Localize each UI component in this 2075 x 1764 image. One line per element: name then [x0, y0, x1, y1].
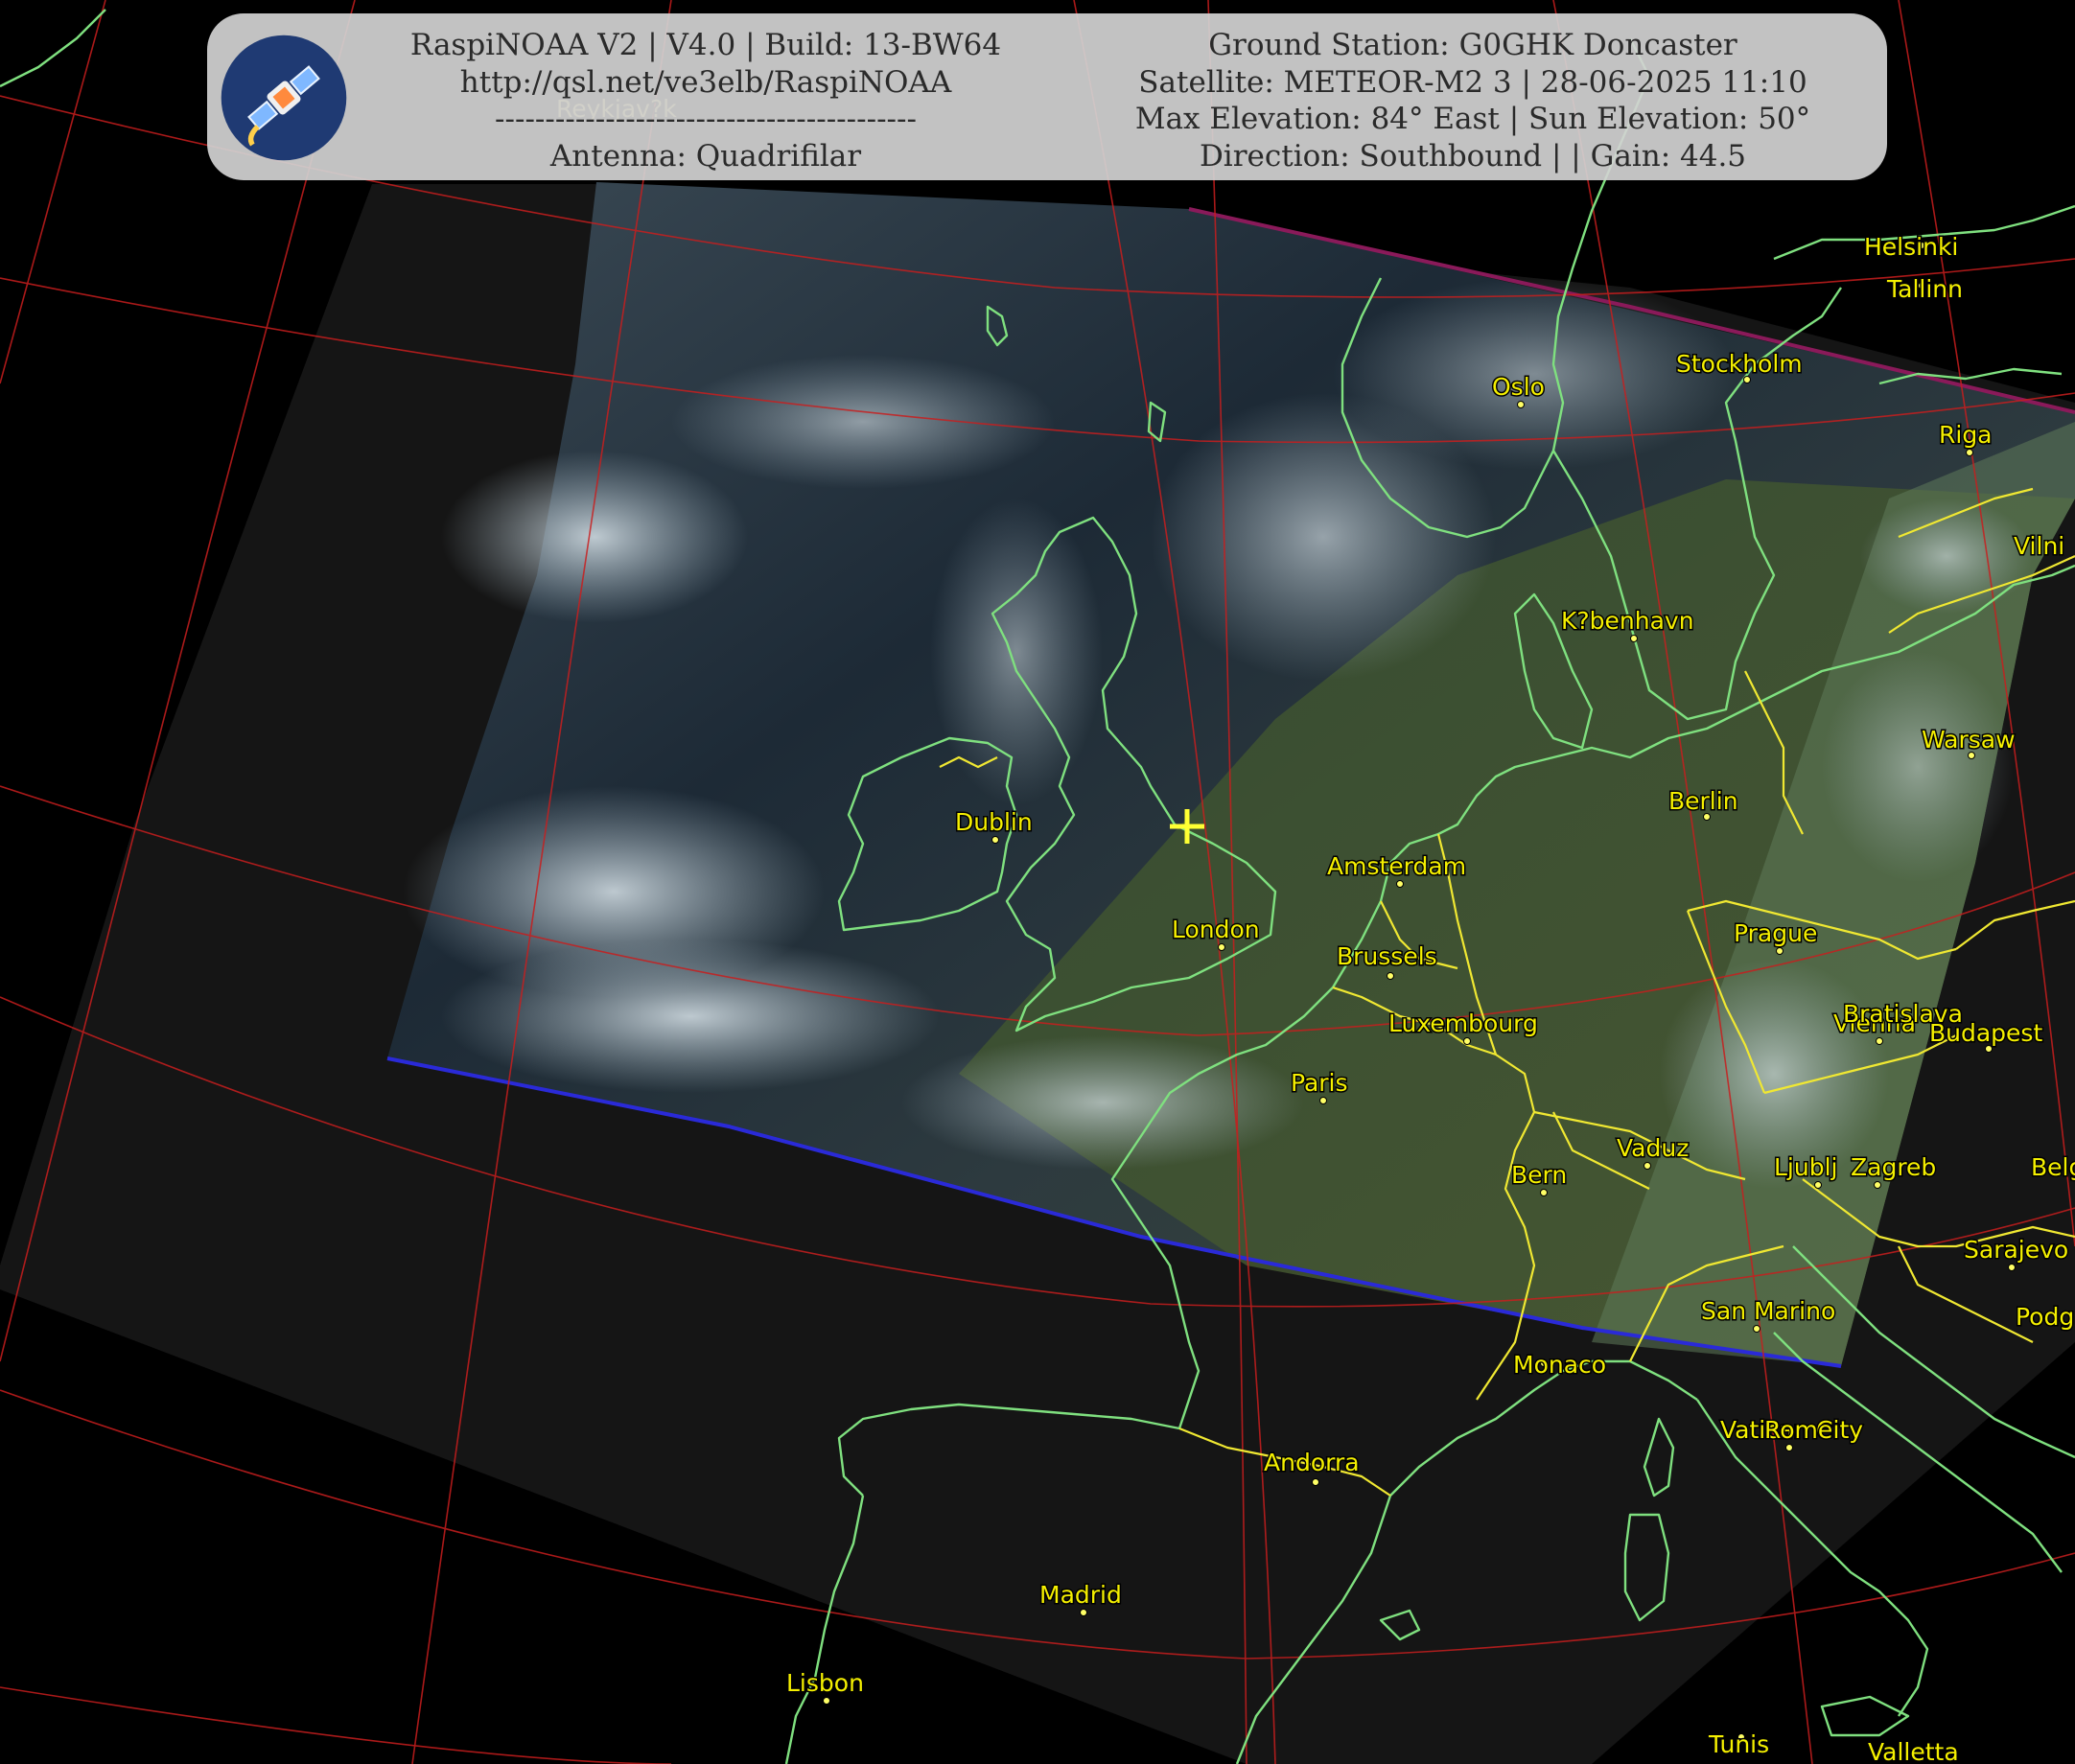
elevation-info: Max Elevation: 84° East | Sun Elevation:… [1134, 102, 1811, 136]
city-label-tallinn: Tallinn [1886, 275, 1963, 303]
city-label-brussels: Brussels [1337, 942, 1437, 970]
city-label-stockholm: Stockholm [1676, 350, 1803, 378]
city-label-san-marino: San Marino [1701, 1297, 1835, 1325]
city-label-madrid: Madrid [1039, 1581, 1122, 1609]
city-dot-ljublj [1814, 1181, 1822, 1189]
city-label-lisbon: Lisbon [786, 1669, 864, 1697]
city-dot-vatican-city [1785, 1444, 1793, 1451]
city-label-valletta: Valletta [1868, 1738, 1959, 1764]
ground-station: Ground Station: G0GHK Doncaster [1208, 28, 1737, 62]
city-dot-vaduz [1644, 1162, 1651, 1170]
website-link: http://qsl.net/ve3elb/RaspiNOAA [459, 64, 952, 100]
pass-info-banner: RaspiNOAA V2 | V4.0 | Build: 13-BW64 htt… [207, 13, 1887, 180]
city-dot-brussels [1387, 972, 1394, 980]
city-label-andorra: Andorra [1264, 1449, 1360, 1476]
satellite-icon [221, 35, 347, 161]
city-dot-riga [1966, 449, 1973, 456]
city-dot-k-benhavn [1630, 635, 1638, 642]
city-label-budapest: Budapest [1929, 1019, 2042, 1047]
city-dot-amsterdam [1396, 880, 1404, 888]
city-label-paris: Paris [1291, 1069, 1348, 1097]
city-label-vilni: Vilni [2014, 532, 2064, 560]
direction-gain: Direction: Southbound | | Gain: 44.5 [1199, 138, 1747, 174]
city-dot-san-marino [1753, 1325, 1760, 1333]
city-dot-madrid [1080, 1609, 1087, 1616]
city-label-warsaw: Warsaw [1922, 726, 2016, 754]
city-label-bern: Bern [1511, 1161, 1567, 1189]
city-dot-andorra [1312, 1478, 1319, 1486]
antenna-info: Antenna: Quadrifilar [549, 138, 862, 174]
city-label-rome: Rome [1764, 1416, 1832, 1444]
city-label-helsinki: Helsinki [1864, 233, 1958, 261]
city-label-dublin: Dublin [955, 808, 1033, 836]
city-dot-lisbon [823, 1697, 830, 1705]
city-label-tunis: Tunis [1708, 1730, 1769, 1758]
city-dot-luxembourg [1463, 1037, 1471, 1045]
city-label-ljublj: Ljublj [1774, 1153, 1837, 1181]
city-label-monaco: Monaco [1513, 1351, 1606, 1379]
city-label-podg: Podg [2016, 1303, 2074, 1331]
city-label-belg: Belg [2031, 1153, 2075, 1181]
city-label-amsterdam: Amsterdam [1327, 852, 1466, 880]
city-label-sarajevo: Sarajevo [1964, 1236, 2068, 1264]
city-dot-zagreb [1874, 1181, 1881, 1189]
city-label-vaduz: Vaduz [1617, 1134, 1689, 1162]
city-dot-dublin [991, 836, 999, 844]
satellite-map: Reykjav?kHelsinkiTallinnStockholmOsloRig… [0, 0, 2075, 1764]
city-dot-london [1218, 943, 1225, 951]
city-label-luxembourg: Luxembourg [1388, 1010, 1538, 1037]
city-dot-bern [1540, 1189, 1548, 1196]
software-version: RaspiNOAA V2 | V4.0 | Build: 13-BW64 [409, 28, 1002, 62]
city-label-berlin: Berlin [1668, 787, 1738, 815]
city-dot-vienna [1876, 1037, 1883, 1045]
city-dot-prague [1776, 947, 1784, 955]
city-label-prague: Prague [1734, 919, 1817, 947]
city-label-oslo: Oslo [1492, 373, 1545, 401]
city-label-london: London [1172, 916, 1260, 943]
city-dot-paris [1319, 1097, 1327, 1104]
separator-line: ----------------------------------------… [495, 102, 917, 136]
pass-info-left: RaspiNOAA V2 | V4.0 | Build: 13-BW64 htt… [370, 27, 1041, 174]
city-dot-oslo [1517, 401, 1525, 408]
city-label-riga: Riga [1939, 421, 1993, 449]
city-label-zagreb: Zagreb [1851, 1153, 1936, 1181]
satellite-info: Satellite: METEOR-M2 3 | 28-06-2025 11:1… [1138, 64, 1807, 100]
pass-info-right: Ground Station: G0GHK Doncaster Satellit… [1080, 27, 1866, 174]
city-label-k-benhavn: K?benhavn [1561, 607, 1694, 635]
city-dot-sarajevo [2008, 1264, 2016, 1271]
